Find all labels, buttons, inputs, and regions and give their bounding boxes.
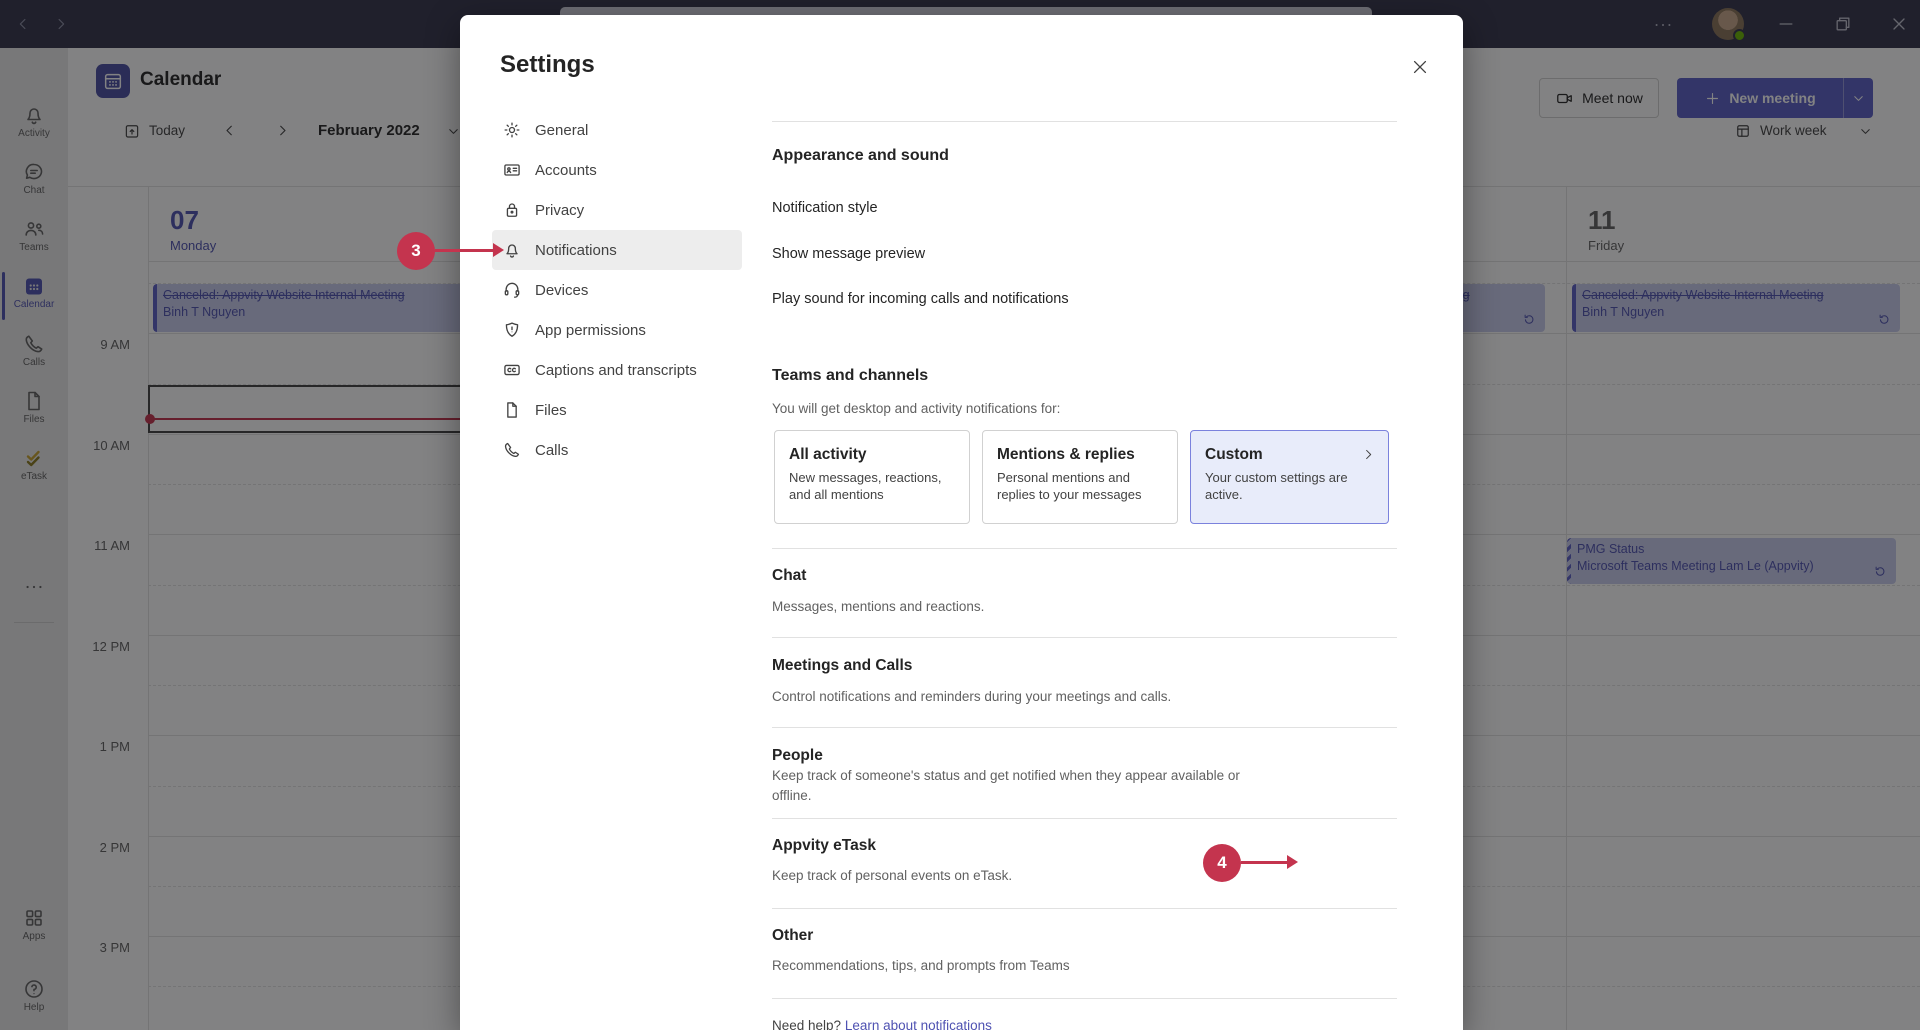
notification-style-label: Notification style bbox=[772, 200, 878, 216]
annotation-step-4: 4 bbox=[1203, 844, 1241, 882]
settings-dialog: Settings General Accounts Privacy Notifi… bbox=[460, 15, 1463, 1030]
section-desc: Keep track of personal events on eTask. bbox=[772, 866, 1242, 886]
settings-nav-label: App permissions bbox=[535, 322, 646, 339]
section-heading-appearance: Appearance and sound bbox=[772, 147, 949, 165]
settings-nav-captions[interactable]: Captions and transcripts bbox=[492, 350, 742, 390]
section-desc: Keep track of someone's status and get n… bbox=[772, 766, 1242, 806]
card-custom[interactable]: Custom Your custom settings are active. bbox=[1190, 430, 1389, 524]
section-title-appvity-etask: Appvity eTask bbox=[772, 837, 876, 855]
dialog-close-button[interactable] bbox=[1406, 53, 1434, 81]
notification-mode-cards: All activity New messages, reactions, an… bbox=[774, 430, 1389, 524]
settings-nav-label: Notifications bbox=[535, 242, 617, 259]
settings-nav-notifications[interactable]: Notifications bbox=[492, 230, 742, 270]
gear-icon bbox=[502, 120, 522, 140]
close-icon bbox=[1410, 57, 1430, 77]
settings-nav-label: General bbox=[535, 122, 588, 139]
divider bbox=[772, 908, 1397, 909]
settings-nav-label: Devices bbox=[535, 282, 588, 299]
settings-nav: General Accounts Privacy Notifications D… bbox=[492, 110, 742, 470]
teams-app-window: Activity Chat Teams Calendar Calls Files… bbox=[0, 0, 1920, 1030]
divider bbox=[772, 727, 1397, 728]
annotation-arrow-line-3 bbox=[435, 249, 493, 252]
settings-nav-privacy[interactable]: Privacy bbox=[492, 190, 742, 230]
divider bbox=[772, 548, 1397, 549]
settings-nav-calls[interactable]: Calls bbox=[492, 430, 742, 470]
headset-icon bbox=[502, 280, 522, 300]
divider bbox=[772, 818, 1397, 819]
card-desc: Your custom settings are active. bbox=[1205, 470, 1374, 503]
settings-nav-devices[interactable]: Devices bbox=[492, 270, 742, 310]
teams-channels-subtitle: You will get desktop and activity notifi… bbox=[772, 399, 1060, 419]
annotation-arrow-line-4 bbox=[1241, 861, 1287, 864]
captions-cc-icon bbox=[502, 360, 522, 380]
card-title: Custom bbox=[1205, 446, 1374, 464]
settings-nav-app-permissions[interactable]: App permissions bbox=[492, 310, 742, 350]
card-mentions-replies[interactable]: Mentions & replies Personal mentions and… bbox=[982, 430, 1178, 524]
section-heading-teams-channels: Teams and channels bbox=[772, 367, 928, 385]
learn-about-notifications-link[interactable]: Learn about notifications bbox=[845, 1018, 992, 1030]
card-title: All activity bbox=[789, 446, 955, 464]
section-desc: Messages, mentions and reactions. bbox=[772, 597, 1242, 617]
settings-nav-label: Privacy bbox=[535, 202, 584, 219]
card-all-activity[interactable]: All activity New messages, reactions, an… bbox=[774, 430, 970, 524]
id-card-icon bbox=[502, 160, 522, 180]
dialog-title: Settings bbox=[500, 51, 595, 79]
settings-nav-label: Calls bbox=[535, 442, 568, 459]
section-title-people: People bbox=[772, 747, 823, 765]
annotation-step-3: 3 bbox=[397, 232, 435, 270]
need-help-text: Need help? bbox=[772, 1018, 845, 1030]
card-desc: New messages, reactions, and all mention… bbox=[789, 470, 955, 503]
settings-content: Appearance and sound Notification style … bbox=[772, 15, 1397, 1030]
settings-nav-label: Files bbox=[535, 402, 567, 419]
shield-icon bbox=[502, 320, 522, 340]
settings-nav-general[interactable]: General bbox=[492, 110, 742, 150]
card-desc: Personal mentions and replies to your me… bbox=[997, 470, 1163, 503]
divider bbox=[772, 637, 1397, 638]
bell-icon bbox=[502, 240, 522, 260]
section-title-chat: Chat bbox=[772, 567, 806, 585]
section-title-other: Other bbox=[772, 927, 813, 945]
divider bbox=[772, 121, 1397, 122]
section-desc: Control notifications and reminders duri… bbox=[772, 687, 1242, 707]
settings-nav-files[interactable]: Files bbox=[492, 390, 742, 430]
play-sound-label: Play sound for incoming calls and notifi… bbox=[772, 291, 1069, 307]
section-desc: Recommendations, tips, and prompts from … bbox=[772, 956, 1242, 976]
annotation-arrow-head-3 bbox=[493, 243, 504, 257]
divider bbox=[772, 998, 1397, 999]
chevron-right-icon bbox=[1361, 447, 1376, 462]
settings-nav-label: Captions and transcripts bbox=[535, 362, 697, 379]
file-icon bbox=[502, 400, 522, 420]
show-preview-label: Show message preview bbox=[772, 246, 925, 262]
card-title: Mentions & replies bbox=[997, 446, 1163, 464]
lock-icon bbox=[502, 200, 522, 220]
phone-icon bbox=[502, 440, 522, 460]
help-footer: Need help? Learn about notifications bbox=[772, 1018, 992, 1030]
settings-nav-label: Accounts bbox=[535, 162, 597, 179]
settings-nav-accounts[interactable]: Accounts bbox=[492, 150, 742, 190]
annotation-arrow-head-4 bbox=[1287, 855, 1298, 869]
section-title-meetings: Meetings and Calls bbox=[772, 657, 912, 675]
